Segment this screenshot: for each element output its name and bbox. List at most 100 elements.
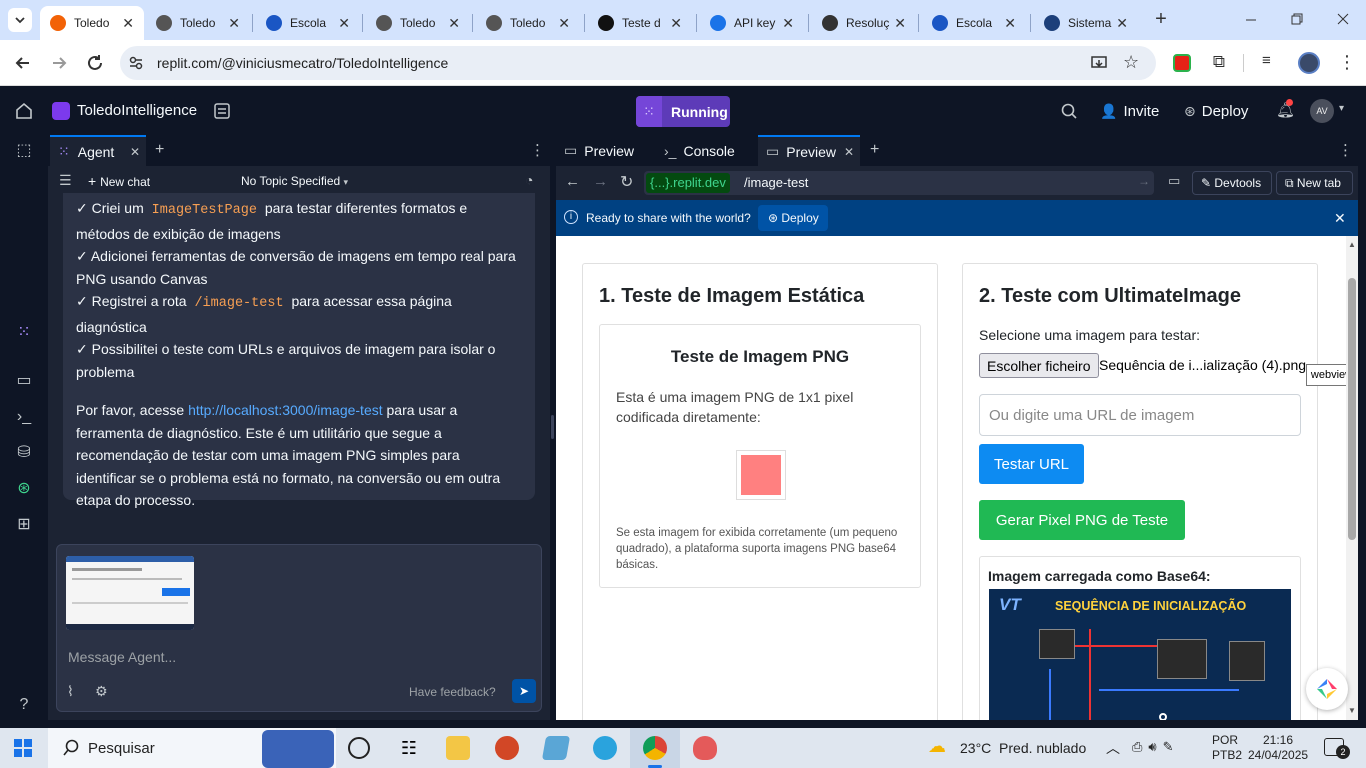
- project-info-icon[interactable]: [213, 102, 231, 120]
- show-hidden-icons[interactable]: ︿: [1106, 738, 1120, 758]
- maximize-button[interactable]: [1286, 8, 1308, 30]
- install-app-icon[interactable]: [1090, 54, 1108, 72]
- extensions-puzzle-icon[interactable]: ⧉: [1209, 52, 1229, 72]
- telegram-icon[interactable]: [593, 736, 617, 760]
- close-icon[interactable]: ✕: [844, 145, 854, 159]
- close-icon[interactable]: ✕: [228, 15, 240, 32]
- floating-assistant-badge[interactable]: [1306, 668, 1348, 710]
- deploy-header-button[interactable]: ⊛ Deploy: [1176, 96, 1262, 127]
- help-icon[interactable]: ?: [14, 695, 34, 715]
- browser-tab[interactable]: Escola ✕: [922, 6, 1026, 40]
- settings-gear-icon[interactable]: ⚙: [95, 683, 108, 700]
- generate-pixel-button[interactable]: Gerar Pixel PNG de Teste: [979, 500, 1185, 540]
- browser-tab[interactable]: Toledo ✕: [366, 6, 470, 40]
- webview-url-bar[interactable]: {...}.replit.dev /image-test →: [644, 171, 1154, 195]
- tab-search-button[interactable]: [8, 8, 32, 32]
- user-avatar[interactable]: AV: [1310, 99, 1334, 123]
- back-button[interactable]: [12, 52, 34, 74]
- site-info-icon[interactable]: [128, 55, 144, 71]
- profile-avatar[interactable]: [1298, 52, 1320, 74]
- message-input[interactable]: Message Agent...: [68, 649, 176, 665]
- localhost-link[interactable]: http://localhost:3000/image-test: [188, 402, 383, 418]
- tab-preview-2[interactable]: ▭ Preview ✕: [758, 135, 860, 166]
- close-icon[interactable]: ✕: [782, 15, 794, 32]
- webview-reload-icon[interactable]: ↻: [620, 172, 633, 192]
- invite-button[interactable]: 👤 Invite: [1092, 96, 1168, 127]
- devtools-button[interactable]: ✎ Devtools: [1192, 171, 1272, 195]
- paint-app-icon[interactable]: [693, 736, 717, 760]
- reload-button[interactable]: [84, 52, 106, 74]
- run-button[interactable]: ⁙ Running: [636, 96, 730, 127]
- close-window-button[interactable]: [1332, 8, 1354, 30]
- address-bar[interactable]: replit.com/@viniciusmecatro/ToledoIntell…: [120, 46, 1156, 80]
- banner-deploy-button[interactable]: ⊛ Deploy: [758, 205, 828, 231]
- project-name[interactable]: ToledoIntelligence: [77, 102, 197, 119]
- agent-tab[interactable]: ⁙ Agent ✕: [50, 135, 146, 166]
- weather-text[interactable]: 23°C Pred. nublado: [960, 740, 1086, 756]
- file-explorer-icon[interactable]: [446, 736, 470, 760]
- attached-screenshot[interactable]: [66, 556, 194, 630]
- add-tab-icon[interactable]: +: [155, 141, 164, 159]
- agent-rail-icon[interactable]: ⁙: [14, 323, 34, 343]
- notification-center-icon[interactable]: 2: [1324, 738, 1350, 759]
- taskbar-search-box[interactable]: Pesquisar: [48, 728, 336, 768]
- windows-start-icon[interactable]: [14, 739, 32, 757]
- pane-resize-handle[interactable]: [551, 415, 554, 439]
- usage-gauge-icon[interactable]: ◔: [525, 172, 533, 188]
- pane-menu-icon[interactable]: ⋮: [530, 141, 545, 159]
- chevron-down-icon[interactable]: ▾: [1339, 103, 1344, 114]
- topic-dropdown[interactable]: No Topic Specified ▾: [241, 174, 348, 188]
- files-toggle-icon[interactable]: ⬚: [14, 141, 34, 161]
- forward-button[interactable]: [48, 52, 70, 74]
- scrollbar-thumb[interactable]: [1348, 278, 1356, 540]
- weather-icon[interactable]: ☁: [928, 736, 952, 758]
- browser-tab[interactable]: Toledo ✕: [40, 6, 144, 40]
- browser-tab[interactable]: Escola ✕: [256, 6, 360, 40]
- database-rail-icon[interactable]: ⛁: [14, 443, 34, 463]
- send-button[interactable]: ➤: [512, 679, 536, 703]
- all-tools-icon[interactable]: ⊞: [14, 515, 34, 535]
- search-icon[interactable]: [1060, 102, 1078, 120]
- device-toggle-icon[interactable]: ▭: [1168, 173, 1180, 189]
- history-menu-icon[interactable]: ☰: [59, 172, 72, 189]
- browser-tab[interactable]: Teste d ✕: [588, 6, 692, 40]
- close-icon[interactable]: ✕: [122, 15, 134, 32]
- notebook-app-icon[interactable]: [541, 736, 571, 760]
- notifications-bell-icon[interactable]: 🔔︎: [1276, 99, 1295, 119]
- shell-rail-icon[interactable]: ›_: [14, 407, 34, 427]
- close-icon[interactable]: ✕: [338, 15, 350, 32]
- chrome-taskbar-active[interactable]: [630, 728, 680, 768]
- close-icon[interactable]: ✕: [1116, 15, 1128, 32]
- scroll-down-arrow[interactable]: ▼: [1348, 706, 1356, 715]
- minimize-button[interactable]: [1240, 8, 1262, 30]
- image-url-input[interactable]: Ou digite uma URL de imagem: [979, 394, 1301, 436]
- browser-tab[interactable]: API key ✕: [700, 6, 804, 40]
- webview-back-icon[interactable]: ←: [565, 173, 580, 190]
- close-icon[interactable]: ✕: [448, 15, 460, 32]
- widgets-icon[interactable]: ☷: [397, 736, 421, 760]
- webview-forward-icon[interactable]: →: [593, 173, 608, 190]
- feedback-link[interactable]: Have feedback?: [409, 685, 496, 699]
- tray-icons[interactable]: ⎙🔊︎✎: [1132, 739, 1179, 755]
- media-controls-icon[interactable]: ≡: [1262, 52, 1282, 72]
- close-icon[interactable]: ✕: [670, 15, 682, 32]
- browser-tab[interactable]: Toledo ✕: [146, 6, 250, 40]
- close-icon[interactable]: ✕: [1004, 15, 1016, 32]
- clock[interactable]: 21:16 24/04/2025: [1248, 733, 1308, 763]
- home-icon[interactable]: [14, 101, 34, 121]
- tab-console[interactable]: ›_ Console: [656, 135, 756, 166]
- new-tab-button[interactable]: ⧉ New tab: [1276, 171, 1353, 195]
- test-url-button[interactable]: Testar URL: [979, 444, 1084, 484]
- bookmark-star-icon[interactable]: ☆: [1123, 52, 1139, 73]
- close-icon[interactable]: ✕: [558, 15, 570, 32]
- choose-file-button[interactable]: Escolher ficheiro: [979, 353, 1099, 378]
- pane-menu-icon[interactable]: ⋮: [1338, 141, 1353, 159]
- webview-rail-icon[interactable]: ▭: [14, 371, 34, 391]
- browser-menu-icon[interactable]: ⋮: [1338, 50, 1356, 74]
- powerpoint-icon[interactable]: [495, 736, 519, 760]
- attach-icon[interactable]: ⌇: [67, 683, 74, 700]
- browser-tab[interactable]: Resoluç ✕: [812, 6, 916, 40]
- deploy-rail-icon[interactable]: ⊛: [14, 479, 34, 499]
- browser-tab[interactable]: Toledo ✕: [476, 6, 580, 40]
- close-icon[interactable]: ✕: [130, 145, 140, 159]
